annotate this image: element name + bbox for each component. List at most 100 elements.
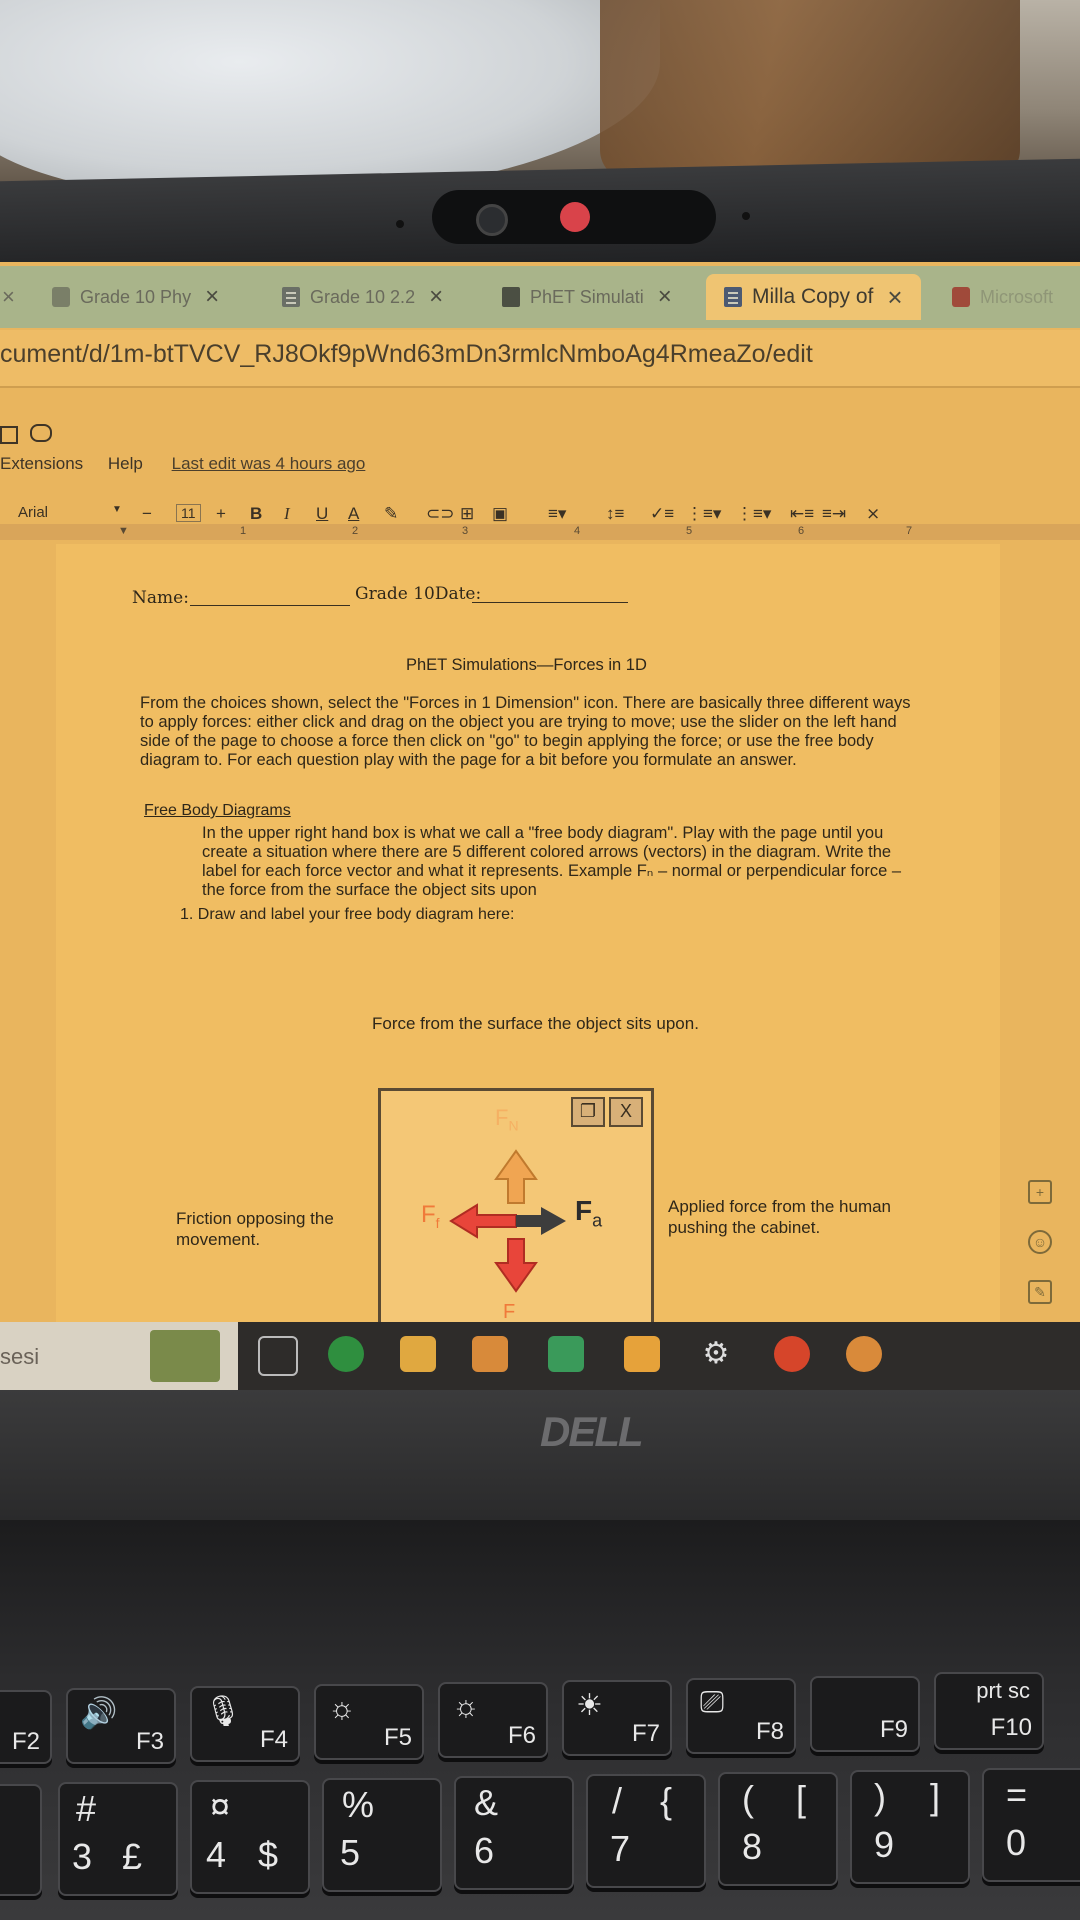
section-heading: Free Body Diagrams [144,802,291,819]
close-icon[interactable]: × [887,282,902,313]
tab-label: Grade 10 Phy [80,286,192,307]
key-f2[interactable]: F2 [0,1690,52,1764]
ruler-tick: 6 [798,525,805,537]
files-icon[interactable] [624,1336,660,1372]
key-7[interactable]: / 7 { [586,1774,706,1888]
close-icon[interactable]: × [205,283,219,311]
key-6[interactable]: & 6 [454,1776,574,1890]
friction-force-arrow [449,1203,517,1239]
display-icon: ⎚ [700,1686,724,1719]
docs-icon [282,287,300,307]
tab-label: Grade 10 2.2 [310,286,416,307]
wooden-furniture [600,0,1020,180]
tab-microsoft[interactable]: Microsoft [952,274,1053,320]
increase-indent-icon[interactable]: ≡⇥ [822,504,846,524]
key-f4[interactable]: 🎙 F4 [190,1686,300,1762]
webcam-privacy-indicator [560,202,590,232]
emoji-reaction-icon[interactable]: ☺ [1028,1230,1052,1254]
key-5[interactable]: % 5 [322,1778,442,1892]
tab-phet-simulation[interactable]: PhET Simulati × [502,274,672,320]
annotation-friction: Friction opposing the movement. [176,1209,334,1249]
microsoft-icon [952,287,970,307]
tab-label: Milla Copy of [752,285,874,308]
decrease-indent-icon[interactable]: ⇤≡ [790,504,814,524]
image-icon[interactable]: ▣ [492,504,508,524]
move-icon[interactable] [0,426,18,444]
line-spacing-icon[interactable]: ↕≡ [606,504,624,524]
ruler: ▼ 1 2 3 4 5 6 7 [0,524,1080,540]
menu-help[interactable]: Help [108,454,143,473]
key-f7[interactable]: ☀ F7 [562,1680,672,1756]
tab-milla-copy[interactable]: Milla Copy of × [706,274,921,320]
search-highlight-icon[interactable] [150,1330,220,1382]
comment-icon[interactable]: ⊞ [460,504,474,524]
file-explorer-icon[interactable] [400,1336,436,1372]
speaker-icon: 🔊 [80,1697,118,1730]
app-icon[interactable] [846,1336,882,1372]
align-icon[interactable]: ≡▾ [548,504,566,524]
key-3[interactable]: # 3 £ [58,1782,178,1896]
section-paragraph: In the upper right hand box is what we c… [202,824,902,899]
key-f3[interactable]: 🔊 F3 [66,1688,176,1764]
normal-force-arrow [494,1149,538,1204]
underline-button[interactable]: U [316,504,328,524]
free-body-diagram-image[interactable]: ❐ X FN Ff Fa F [378,1088,654,1330]
tab-grade-10-physics[interactable]: Grade 10 Phy × [52,274,219,320]
tab-label: Microsoft [980,286,1054,307]
task-view-icon[interactable] [258,1336,298,1376]
key-f10-prtsc[interactable]: prt sc F10 [934,1672,1044,1750]
tab-close-icon[interactable]: × [2,274,15,320]
ruler-marker-icon[interactable]: ▼ [118,525,129,537]
add-comment-icon[interactable]: + [1028,1180,1052,1204]
tab-label: PhET Simulati [530,286,644,307]
link-icon[interactable]: ⊂⊃ [426,504,455,524]
key-2[interactable] [0,1784,42,1896]
brightness-low-icon: ☼ [328,1692,356,1725]
edge-icon[interactable] [328,1336,364,1372]
suggest-edit-icon[interactable]: ✎ [1028,1280,1052,1304]
key-0[interactable]: = 0 [982,1768,1080,1882]
close-icon[interactable]: × [658,283,672,311]
italic-button[interactable]: I [284,504,290,524]
browser-tab-bar: × Grade 10 Phy × Grade 10 2.2 × PhET Sim… [0,266,1080,328]
bezel-mic-dot [396,220,404,228]
last-edit-link[interactable]: Last edit was 4 hours ago [172,454,366,473]
font-size-input[interactable]: 11 [176,504,201,522]
key-f9[interactable]: F9 [810,1676,920,1752]
address-bar[interactable]: cument/d/1m-btTVCV_RJ8Okf9pWnd63mDn3rmlc… [0,330,1080,388]
docs-side-actions: + ☺ ✎ [1028,1180,1052,1330]
font-size-increase-button[interactable]: + [216,504,226,524]
font-size-decrease-button[interactable]: − [142,504,152,524]
docs-menu-bar: Extensions Help Last edit was 4 hours ag… [0,454,385,484]
gravity-force-label: F [503,1301,516,1323]
brightness-down-icon: ☼ [452,1690,480,1723]
close-icon[interactable]: × [429,283,443,311]
docs-icon [724,287,742,307]
paint-icon[interactable] [774,1336,810,1372]
menu-extensions[interactable]: Extensions [0,454,83,473]
key-f8[interactable]: ⎚ F8 [686,1678,796,1754]
brightness-up-icon: ☀ [576,1689,603,1722]
highlight-icon[interactable]: ✎ [384,504,398,524]
drive-icon [52,287,70,307]
checklist-icon[interactable]: ✓≡ [650,504,674,524]
bulleted-list-icon[interactable]: ⋮≡▾ [686,504,721,524]
key-f6[interactable]: ☼ F6 [438,1682,548,1758]
friction-force-label: Ff [421,1201,440,1231]
text-color-button[interactable]: A [348,504,359,524]
store-icon[interactable] [472,1336,508,1372]
font-family-select[interactable]: Arial [18,504,48,521]
clear-formatting-icon[interactable]: ⨯ [866,504,880,524]
gravity-force-arrow [494,1238,538,1293]
key-4[interactable]: ¤ 4 $ [190,1780,310,1894]
tab-grade-10-2-2[interactable]: Grade 10 2.2 × [282,274,443,320]
numbered-list-icon[interactable]: ⋮≡▾ [736,504,771,524]
mail-icon[interactable] [548,1336,584,1372]
bold-button[interactable]: B [250,504,262,524]
chevron-down-icon[interactable]: ▼ [112,504,122,515]
key-9[interactable]: ) 9 ] [850,1770,970,1884]
key-8[interactable]: ( 8 [ [718,1772,838,1886]
cloud-status-icon [30,424,52,442]
settings-icon[interactable]: ⚙ [698,1336,734,1372]
key-f5[interactable]: ☼ F5 [314,1684,424,1760]
